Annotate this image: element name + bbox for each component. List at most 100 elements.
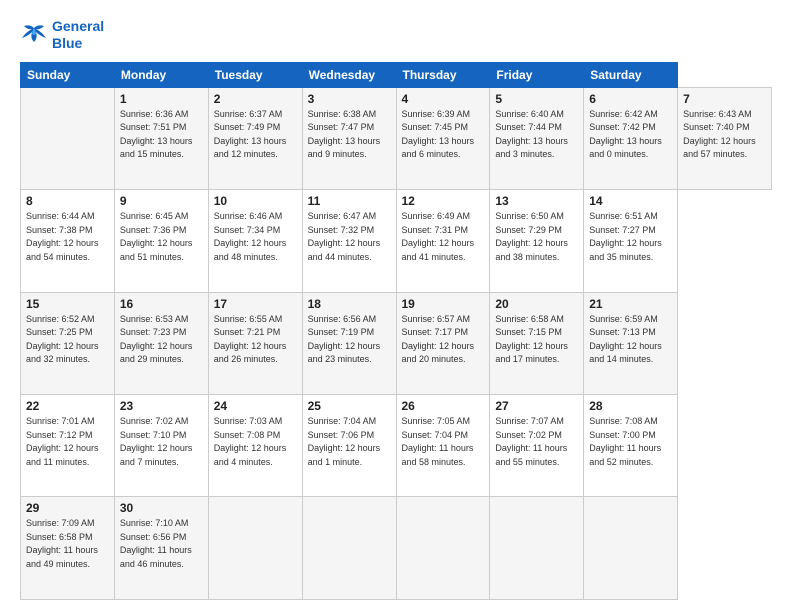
day-header: Wednesday bbox=[302, 62, 396, 87]
day-number: 17 bbox=[214, 297, 297, 311]
calendar-cell: 22 Sunrise: 7:01 AMSunset: 7:12 PMDaylig… bbox=[21, 395, 115, 497]
day-info: Sunrise: 6:47 AMSunset: 7:32 PMDaylight:… bbox=[308, 211, 381, 262]
day-header: Saturday bbox=[584, 62, 678, 87]
day-info: Sunrise: 6:58 AMSunset: 7:15 PMDaylight:… bbox=[495, 314, 568, 365]
day-number: 22 bbox=[26, 399, 109, 413]
calendar-cell: 16 Sunrise: 6:53 AMSunset: 7:23 PMDaylig… bbox=[114, 292, 208, 394]
empty-cell bbox=[21, 87, 115, 189]
day-number: 10 bbox=[214, 194, 297, 208]
calendar-cell: 13 Sunrise: 6:50 AMSunset: 7:29 PMDaylig… bbox=[490, 190, 584, 292]
calendar-cell: 7 Sunrise: 6:43 AMSunset: 7:40 PMDayligh… bbox=[678, 87, 772, 189]
day-number: 25 bbox=[308, 399, 391, 413]
day-info: Sunrise: 7:10 AMSunset: 6:56 PMDaylight:… bbox=[120, 518, 192, 569]
day-number: 9 bbox=[120, 194, 203, 208]
day-number: 15 bbox=[26, 297, 109, 311]
calendar-cell: 12 Sunrise: 6:49 AMSunset: 7:31 PMDaylig… bbox=[396, 190, 490, 292]
day-info: Sunrise: 6:53 AMSunset: 7:23 PMDaylight:… bbox=[120, 314, 193, 365]
calendar-cell: 2 Sunrise: 6:37 AMSunset: 7:49 PMDayligh… bbox=[208, 87, 302, 189]
day-number: 3 bbox=[308, 92, 391, 106]
calendar-cell: 27 Sunrise: 7:07 AMSunset: 7:02 PMDaylig… bbox=[490, 395, 584, 497]
day-number: 28 bbox=[589, 399, 672, 413]
calendar-cell: 6 Sunrise: 6:42 AMSunset: 7:42 PMDayligh… bbox=[584, 87, 678, 189]
day-number: 1 bbox=[120, 92, 203, 106]
day-info: Sunrise: 6:49 AMSunset: 7:31 PMDaylight:… bbox=[402, 211, 475, 262]
day-info: Sunrise: 7:02 AMSunset: 7:10 PMDaylight:… bbox=[120, 416, 193, 467]
day-number: 29 bbox=[26, 501, 109, 515]
day-info: Sunrise: 7:01 AMSunset: 7:12 PMDaylight:… bbox=[26, 416, 99, 467]
calendar-cell: 18 Sunrise: 6:56 AMSunset: 7:19 PMDaylig… bbox=[302, 292, 396, 394]
calendar-cell: 10 Sunrise: 6:46 AMSunset: 7:34 PMDaylig… bbox=[208, 190, 302, 292]
day-info: Sunrise: 7:09 AMSunset: 6:58 PMDaylight:… bbox=[26, 518, 98, 569]
day-info: Sunrise: 6:57 AMSunset: 7:17 PMDaylight:… bbox=[402, 314, 475, 365]
day-info: Sunrise: 6:59 AMSunset: 7:13 PMDaylight:… bbox=[589, 314, 662, 365]
day-info: Sunrise: 6:56 AMSunset: 7:19 PMDaylight:… bbox=[308, 314, 381, 365]
day-info: Sunrise: 6:55 AMSunset: 7:21 PMDaylight:… bbox=[214, 314, 287, 365]
calendar-cell: 5 Sunrise: 6:40 AMSunset: 7:44 PMDayligh… bbox=[490, 87, 584, 189]
calendar-cell: 1 Sunrise: 6:36 AMSunset: 7:51 PMDayligh… bbox=[114, 87, 208, 189]
day-info: Sunrise: 7:07 AMSunset: 7:02 PMDaylight:… bbox=[495, 416, 567, 467]
calendar-cell bbox=[584, 497, 678, 600]
calendar-cell: 25 Sunrise: 7:04 AMSunset: 7:06 PMDaylig… bbox=[302, 395, 396, 497]
day-number: 8 bbox=[26, 194, 109, 208]
calendar-cell: 4 Sunrise: 6:39 AMSunset: 7:45 PMDayligh… bbox=[396, 87, 490, 189]
day-info: Sunrise: 6:44 AMSunset: 7:38 PMDaylight:… bbox=[26, 211, 99, 262]
calendar-cell: 30 Sunrise: 7:10 AMSunset: 6:56 PMDaylig… bbox=[114, 497, 208, 600]
day-header: Tuesday bbox=[208, 62, 302, 87]
day-info: Sunrise: 6:37 AMSunset: 7:49 PMDaylight:… bbox=[214, 109, 287, 160]
day-number: 14 bbox=[589, 194, 672, 208]
day-info: Sunrise: 6:51 AMSunset: 7:27 PMDaylight:… bbox=[589, 211, 662, 262]
day-info: Sunrise: 6:38 AMSunset: 7:47 PMDaylight:… bbox=[308, 109, 381, 160]
calendar-cell: 21 Sunrise: 6:59 AMSunset: 7:13 PMDaylig… bbox=[584, 292, 678, 394]
calendar-cell: 11 Sunrise: 6:47 AMSunset: 7:32 PMDaylig… bbox=[302, 190, 396, 292]
calendar-cell bbox=[302, 497, 396, 600]
day-number: 7 bbox=[683, 92, 766, 106]
page: General Blue SundayMondayTuesdayWednesda… bbox=[0, 0, 792, 612]
calendar-cell bbox=[208, 497, 302, 600]
day-info: Sunrise: 7:04 AMSunset: 7:06 PMDaylight:… bbox=[308, 416, 381, 467]
day-info: Sunrise: 6:50 AMSunset: 7:29 PMDaylight:… bbox=[495, 211, 568, 262]
day-info: Sunrise: 6:52 AMSunset: 7:25 PMDaylight:… bbox=[26, 314, 99, 365]
calendar-table: SundayMondayTuesdayWednesdayThursdayFrid… bbox=[20, 62, 772, 600]
calendar-cell: 19 Sunrise: 6:57 AMSunset: 7:17 PMDaylig… bbox=[396, 292, 490, 394]
day-number: 30 bbox=[120, 501, 203, 515]
day-number: 24 bbox=[214, 399, 297, 413]
logo: General Blue bbox=[20, 18, 104, 52]
calendar-cell: 26 Sunrise: 7:05 AMSunset: 7:04 PMDaylig… bbox=[396, 395, 490, 497]
day-info: Sunrise: 6:40 AMSunset: 7:44 PMDaylight:… bbox=[495, 109, 568, 160]
day-info: Sunrise: 7:03 AMSunset: 7:08 PMDaylight:… bbox=[214, 416, 287, 467]
logo-text: General Blue bbox=[52, 18, 104, 52]
day-number: 23 bbox=[120, 399, 203, 413]
day-number: 26 bbox=[402, 399, 485, 413]
calendar-cell: 15 Sunrise: 6:52 AMSunset: 7:25 PMDaylig… bbox=[21, 292, 115, 394]
day-number: 18 bbox=[308, 297, 391, 311]
calendar-cell: 3 Sunrise: 6:38 AMSunset: 7:47 PMDayligh… bbox=[302, 87, 396, 189]
calendar-cell: 29 Sunrise: 7:09 AMSunset: 6:58 PMDaylig… bbox=[21, 497, 115, 600]
header: General Blue bbox=[20, 18, 772, 52]
calendar-cell: 17 Sunrise: 6:55 AMSunset: 7:21 PMDaylig… bbox=[208, 292, 302, 394]
day-info: Sunrise: 6:45 AMSunset: 7:36 PMDaylight:… bbox=[120, 211, 193, 262]
day-number: 5 bbox=[495, 92, 578, 106]
day-header: Monday bbox=[114, 62, 208, 87]
day-number: 20 bbox=[495, 297, 578, 311]
calendar-cell: 20 Sunrise: 6:58 AMSunset: 7:15 PMDaylig… bbox=[490, 292, 584, 394]
day-info: Sunrise: 6:36 AMSunset: 7:51 PMDaylight:… bbox=[120, 109, 193, 160]
logo-icon bbox=[20, 24, 48, 46]
calendar-cell bbox=[490, 497, 584, 600]
day-info: Sunrise: 6:46 AMSunset: 7:34 PMDaylight:… bbox=[214, 211, 287, 262]
day-header: Friday bbox=[490, 62, 584, 87]
day-number: 16 bbox=[120, 297, 203, 311]
day-number: 12 bbox=[402, 194, 485, 208]
day-number: 4 bbox=[402, 92, 485, 106]
day-header: Thursday bbox=[396, 62, 490, 87]
calendar-cell: 24 Sunrise: 7:03 AMSunset: 7:08 PMDaylig… bbox=[208, 395, 302, 497]
day-info: Sunrise: 7:05 AMSunset: 7:04 PMDaylight:… bbox=[402, 416, 474, 467]
calendar-cell: 8 Sunrise: 6:44 AMSunset: 7:38 PMDayligh… bbox=[21, 190, 115, 292]
calendar-cell bbox=[396, 497, 490, 600]
day-number: 27 bbox=[495, 399, 578, 413]
day-number: 19 bbox=[402, 297, 485, 311]
day-number: 21 bbox=[589, 297, 672, 311]
day-number: 13 bbox=[495, 194, 578, 208]
day-number: 11 bbox=[308, 194, 391, 208]
calendar-cell: 23 Sunrise: 7:02 AMSunset: 7:10 PMDaylig… bbox=[114, 395, 208, 497]
calendar-cell: 28 Sunrise: 7:08 AMSunset: 7:00 PMDaylig… bbox=[584, 395, 678, 497]
